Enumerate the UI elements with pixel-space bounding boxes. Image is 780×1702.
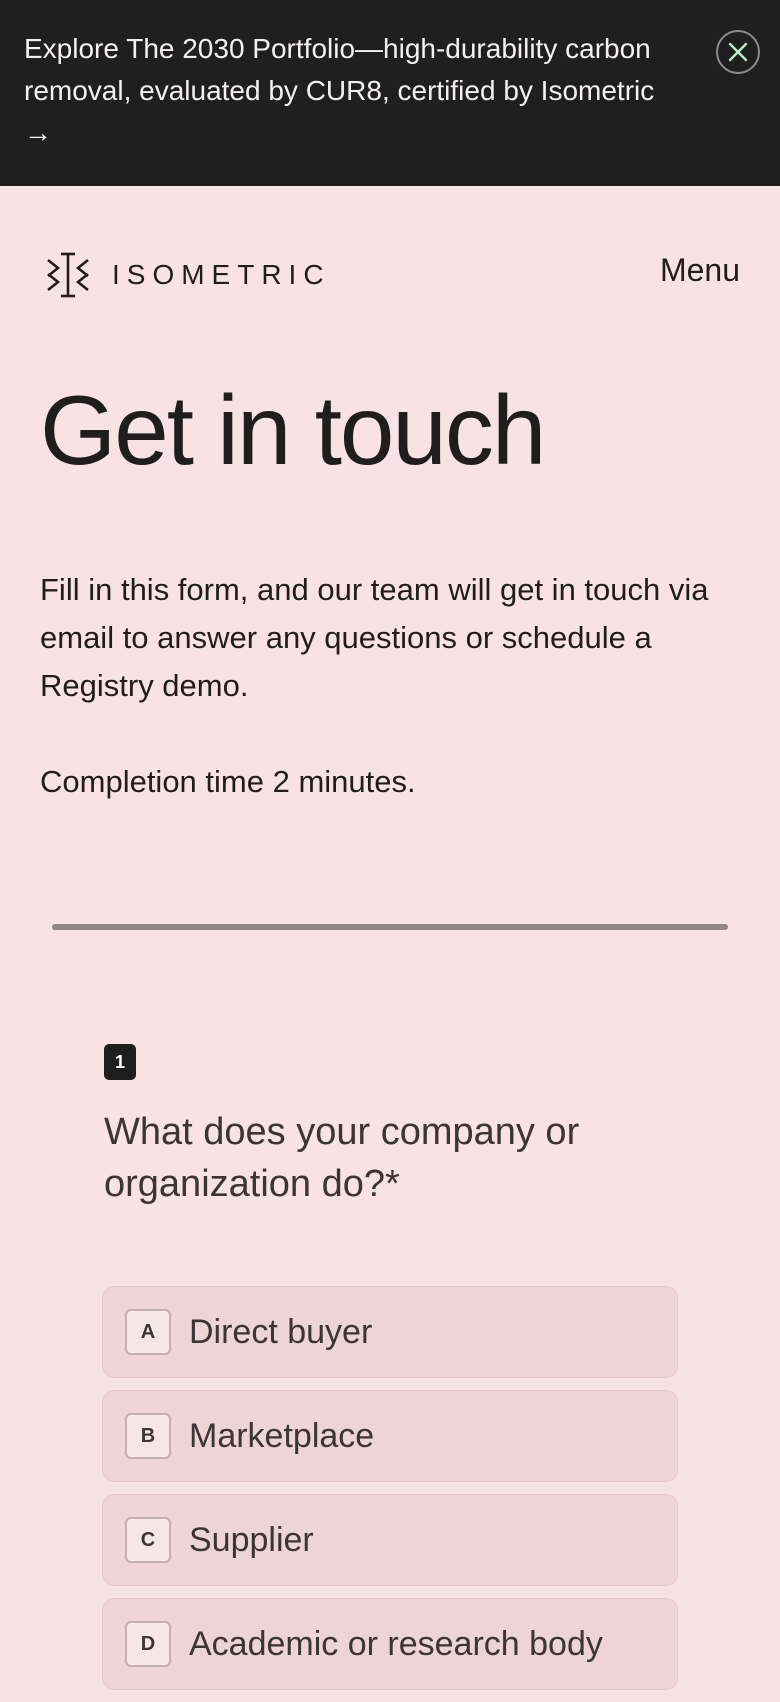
completion-time: Completion time 2 minutes.: [40, 764, 416, 799]
option-key: D: [125, 1621, 171, 1667]
option-label: Marketplace: [189, 1416, 375, 1455]
form-progress-fill: [52, 924, 728, 930]
option-marketplace[interactable]: B Marketplace: [102, 1390, 678, 1482]
question-text: What does your company or organization d…: [104, 1111, 580, 1205]
logo-text: ISOMETRIC: [112, 259, 331, 290]
banner-link[interactable]: Explore The 2030 Portfolio—high-durabili…: [24, 28, 674, 154]
menu-button[interactable]: Menu: [660, 252, 740, 289]
isometric-logo-icon: [47, 252, 89, 298]
option-label: Supplier: [189, 1520, 314, 1559]
question-number-badge: 1: [104, 1044, 136, 1080]
page-content: ISOMETRIC Menu Get in touch Fill in this…: [0, 186, 780, 1690]
intro-text: Fill in this form, and our team will get…: [40, 572, 709, 703]
banner-close-button[interactable]: [716, 30, 760, 74]
option-label: Direct buyer: [189, 1312, 373, 1351]
form-progress-bar: [52, 924, 728, 930]
option-key: C: [125, 1517, 171, 1563]
announcement-banner: Explore The 2030 Portfolio—high-durabili…: [0, 0, 780, 186]
option-label: Academic or research body: [189, 1624, 603, 1663]
option-key: A: [125, 1309, 171, 1355]
option-key: B: [125, 1413, 171, 1459]
close-icon: [728, 42, 748, 62]
page-title: Get in touch: [40, 375, 546, 485]
option-academic-or-research-body[interactable]: D Academic or research body: [102, 1598, 678, 1690]
answer-options: A Direct buyer B Marketplace C Supplier …: [102, 1286, 678, 1702]
option-supplier[interactable]: C Supplier: [102, 1494, 678, 1586]
option-direct-buyer[interactable]: A Direct buyer: [102, 1286, 678, 1378]
logo-link[interactable]: ISOMETRIC: [46, 252, 331, 298]
